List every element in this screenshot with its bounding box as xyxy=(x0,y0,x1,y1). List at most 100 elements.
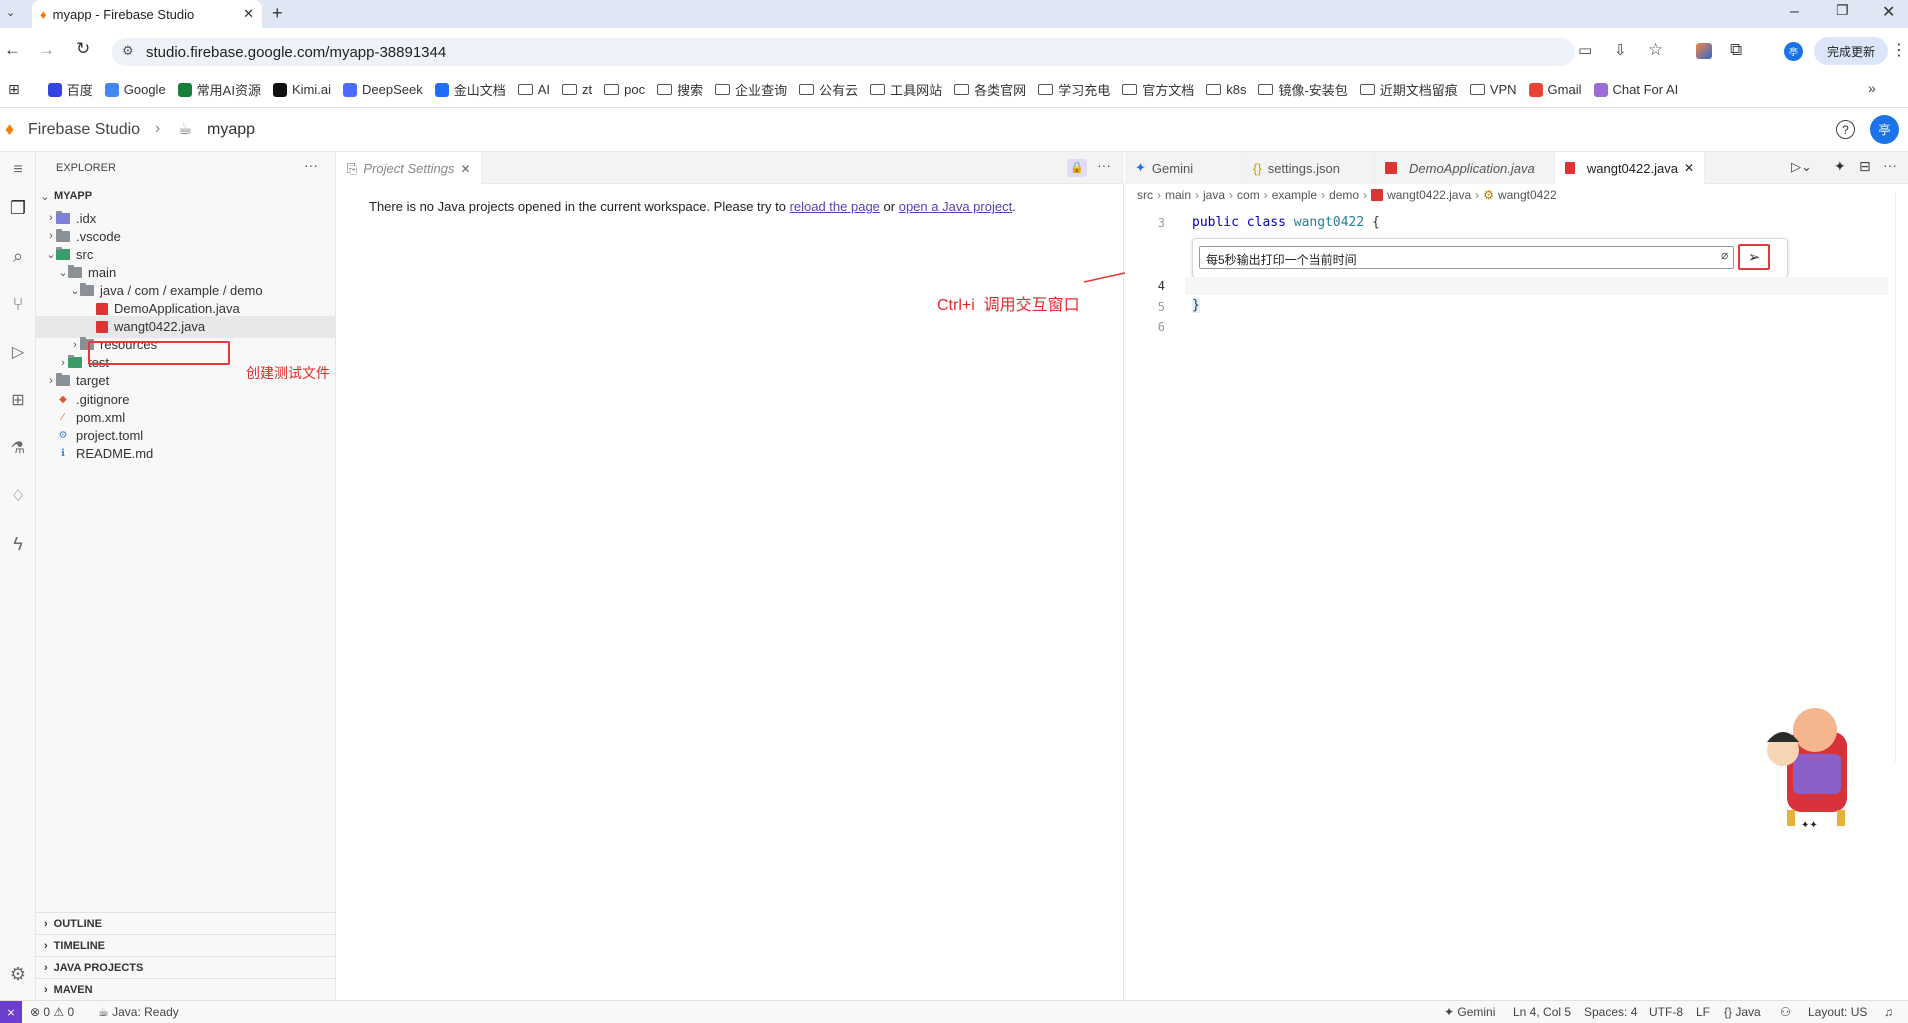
reload-page-link[interactable]: reload the page xyxy=(790,199,880,214)
notifications-bell-icon[interactable]: ♫ xyxy=(1884,1005,1893,1019)
browser-tab[interactable]: ♦ myapp - Firebase Studio ✕ xyxy=(32,0,262,28)
brand-title[interactable]: Firebase Studio xyxy=(28,121,140,139)
bookmark-item[interactable]: Google xyxy=(104,82,166,97)
gemini-action-icon[interactable]: ✦ xyxy=(1834,158,1846,175)
section-outline[interactable]: › OUTLINE xyxy=(36,912,336,934)
apps-grid-icon[interactable]: ⊞ xyxy=(8,81,20,98)
send-button[interactable]: ➢ xyxy=(1738,244,1770,270)
breadcrumb-item[interactable]: demo xyxy=(1329,188,1359,202)
tab-settings-json[interactable]: {} settings.json xyxy=(1243,152,1375,184)
extension-icon[interactable] xyxy=(1696,43,1712,59)
star-bookmark-icon[interactable]: ☆ xyxy=(1648,40,1663,60)
run-icon[interactable]: ▷⌄ xyxy=(1791,159,1812,175)
bookmark-item[interactable]: k8s xyxy=(1206,82,1246,97)
close-tab-icon[interactable]: ✕ xyxy=(460,162,470,176)
testing-icon[interactable]: ⚗ xyxy=(2,432,34,464)
url-input[interactable]: ⚙ studio.firebase.google.com/myapp-38891… xyxy=(112,38,1663,66)
update-button[interactable]: 完成更新 xyxy=(1814,37,1888,65)
bookmark-item[interactable]: 近期文档留痕 xyxy=(1359,80,1458,99)
scrollbar[interactable] xyxy=(1895,192,1908,762)
explorer-more-icon[interactable]: ··· xyxy=(304,157,318,173)
breadcrumb-item[interactable]: java xyxy=(1203,188,1225,202)
explorer-icon[interactable]: ❐ xyxy=(2,192,34,224)
restore-icon[interactable]: ❐ xyxy=(1836,2,1849,19)
bookmark-item[interactable]: AI xyxy=(517,82,550,97)
search-icon[interactable]: ⌕ xyxy=(2,240,34,272)
bookmark-item[interactable]: 百度 xyxy=(47,80,93,99)
bookmark-item[interactable]: poc xyxy=(604,82,645,97)
breadcrumb-item[interactable]: wangt0422.java xyxy=(1387,188,1471,202)
java-status[interactable]: ☕ Java: Ready xyxy=(98,1005,179,1019)
help-icon[interactable]: ? xyxy=(1836,120,1855,139)
bookmark-item[interactable]: 学习充电 xyxy=(1038,80,1110,99)
split-editor-icon[interactable]: ⊟ xyxy=(1859,158,1871,175)
bookmark-item[interactable]: zt xyxy=(562,82,592,97)
back-icon[interactable]: ← xyxy=(4,40,21,60)
bookmark-item[interactable]: 各类官网 xyxy=(954,80,1026,99)
tree-item[interactable]: ℹ README.md xyxy=(36,442,336,464)
encoding[interactable]: UTF-8 xyxy=(1649,1005,1683,1019)
bookmark-item[interactable]: 官方文档 xyxy=(1122,80,1194,99)
eol[interactable]: LF xyxy=(1696,1005,1710,1019)
bookmark-item[interactable]: VPN xyxy=(1469,82,1517,97)
breadcrumb-item[interactable]: wangt0422 xyxy=(1498,188,1557,202)
bookmark-item[interactable]: 企业查询 xyxy=(715,80,787,99)
reload-icon[interactable]: ↻ xyxy=(76,39,90,59)
profile-avatar[interactable]: 亭 xyxy=(1784,42,1803,61)
bookmark-item[interactable]: 金山文档 xyxy=(434,80,506,99)
settings-gear-icon[interactable]: ⚙ xyxy=(2,958,34,990)
menu-icon[interactable]: ≡ xyxy=(2,154,34,186)
breadcrumb-item[interactable]: main xyxy=(1165,188,1191,202)
bookmark-item[interactable]: 工具网站 xyxy=(870,80,942,99)
extensions-puzzle-icon[interactable]: ⧉ xyxy=(1730,40,1742,60)
gemini-status[interactable]: ✦ Gemini xyxy=(1444,1005,1495,1019)
browser-menu-icon[interactable]: ⋮ xyxy=(1891,40,1907,60)
install-app-icon[interactable]: ⇩ xyxy=(1614,41,1627,59)
firebase-icon[interactable]: ♢ xyxy=(2,480,34,512)
bookmark-item[interactable]: 常用AI资源 xyxy=(177,80,261,99)
cursor-position[interactable]: Ln 4, Col 5 xyxy=(1513,1005,1571,1019)
project-name[interactable]: myapp xyxy=(207,121,255,139)
feedback-icon[interactable]: ⚇ xyxy=(1780,1005,1791,1019)
forward-icon[interactable]: → xyxy=(38,40,55,60)
remote-indicator-icon[interactable]: ⨯ xyxy=(0,1001,22,1023)
tab-gemini[interactable]: ✦ Gemini xyxy=(1125,152,1243,184)
section-java-projects[interactable]: › JAVA PROJECTS xyxy=(36,956,336,978)
site-info-icon[interactable]: ⚙ xyxy=(122,43,134,59)
open-java-project-link[interactable]: open a Java project xyxy=(899,199,1012,214)
bolt-icon[interactable]: ϟ xyxy=(2,528,34,560)
code-line-3[interactable]: public class wangt0422 { xyxy=(1192,215,1380,230)
bookmark-item[interactable]: 搜索 xyxy=(657,80,703,99)
new-tab-button[interactable]: + xyxy=(272,3,283,24)
tab-demo-application[interactable]: DemoApplication.java xyxy=(1375,152,1555,184)
bookmark-item[interactable]: Kimi.ai xyxy=(272,82,331,97)
attach-icon[interactable]: ⌀ xyxy=(1721,248,1728,262)
window-close-icon[interactable]: ✕ xyxy=(1882,2,1895,22)
tab-wangt0422[interactable]: wangt0422.java ✕ xyxy=(1555,152,1705,184)
problems-indicator[interactable]: ⊗ 0 ⚠ 0 xyxy=(30,1005,74,1019)
code-line-5[interactable]: } xyxy=(1192,298,1200,313)
section-maven[interactable]: › MAVEN xyxy=(36,978,336,1000)
code-more-icon[interactable]: ··· xyxy=(1883,157,1897,173)
close-tab-icon[interactable]: ✕ xyxy=(243,6,254,22)
language-mode[interactable]: {} Java xyxy=(1724,1005,1761,1019)
bookmark-item[interactable]: DeepSeek xyxy=(342,82,423,97)
breadcrumb-item[interactable]: com xyxy=(1237,188,1260,202)
bookmark-item[interactable]: 公有云 xyxy=(799,80,858,99)
extensions-icon[interactable]: ⊞ xyxy=(2,384,34,416)
more-bookmarks-icon[interactable]: » xyxy=(1868,80,1876,96)
section-timeline[interactable]: › TIMELINE xyxy=(36,934,336,956)
user-avatar[interactable]: 亭 xyxy=(1870,115,1899,144)
keyboard-layout[interactable]: Layout: US xyxy=(1808,1005,1867,1019)
run-debug-icon[interactable]: ▷ xyxy=(2,336,34,368)
breadcrumb-item[interactable]: example xyxy=(1272,188,1317,202)
tab-search-icon[interactable]: ⌄ xyxy=(6,6,15,19)
indentation[interactable]: Spaces: 4 xyxy=(1584,1005,1637,1019)
inline-prompt-input[interactable]: 每5秒输出打印一个当前时间 xyxy=(1199,246,1734,269)
source-control-icon[interactable]: ⑂ xyxy=(2,288,34,320)
bookmark-item[interactable]: Chat For AI xyxy=(1593,82,1678,97)
bookmark-item[interactable]: 镜像-安装包 xyxy=(1258,80,1348,99)
clipboard-icon[interactable]: ▭ xyxy=(1578,41,1592,59)
bookmark-item[interactable]: Gmail xyxy=(1528,82,1582,97)
minimize-icon[interactable]: – xyxy=(1790,3,1799,21)
